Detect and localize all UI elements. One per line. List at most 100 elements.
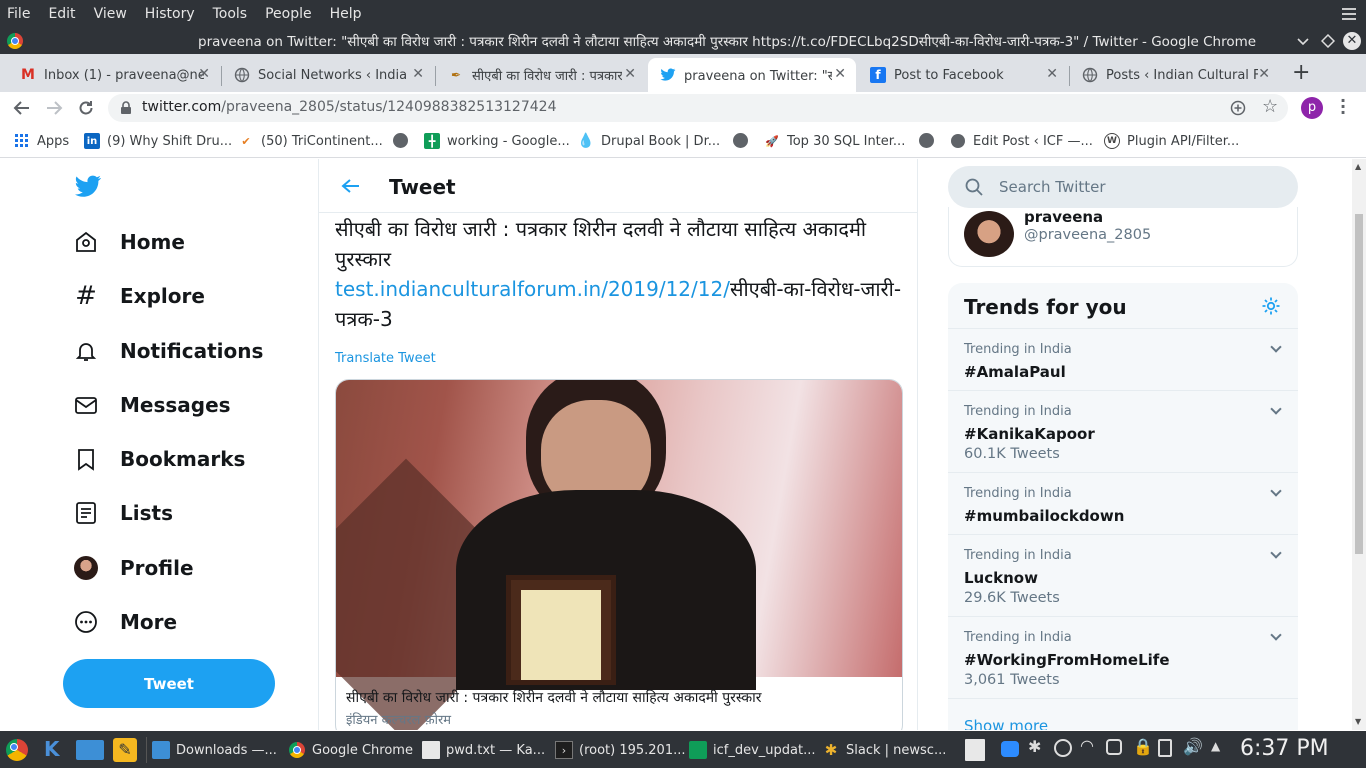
forward-arrow-icon[interactable] xyxy=(45,100,63,116)
clipboard-icon[interactable] xyxy=(1106,739,1122,755)
task-chrome[interactable]: Google Chrome xyxy=(288,735,413,765)
tweet-link[interactable]: test.indianculturalforum.in/2019/12/12/ xyxy=(335,277,730,301)
tab-posts[interactable]: Posts ‹ Indian Cultural Fo ✕ xyxy=(1070,58,1280,92)
wifi-icon[interactable]: ◠ xyxy=(1080,736,1094,755)
task-pwd[interactable]: pwd.txt — Ka... xyxy=(422,735,545,765)
nav-bookmarks[interactable]: Bookmarks xyxy=(74,447,245,471)
close-window-icon[interactable]: ✕ xyxy=(1343,32,1361,50)
chevron-down-icon[interactable] xyxy=(1270,403,1282,415)
search-box[interactable]: Search Twitter xyxy=(948,166,1298,208)
bookmark-working[interactable]: ╋ working - Google... xyxy=(424,133,570,149)
reload-icon[interactable] xyxy=(77,99,95,117)
chevron-down-icon[interactable] xyxy=(1270,547,1282,559)
close-tab-icon[interactable]: ✕ xyxy=(412,66,424,82)
menu-tools[interactable]: Tools xyxy=(204,0,257,28)
zoom-icon[interactable] xyxy=(1001,741,1019,757)
nav-notifications[interactable]: Notifications xyxy=(74,339,263,363)
back-arrow-icon[interactable] xyxy=(341,178,361,194)
battery-icon[interactable] xyxy=(1158,739,1172,757)
tab-social-networks[interactable]: Social Networks ‹ Indian ✕ xyxy=(222,58,434,92)
chrome-launcher-icon[interactable] xyxy=(6,739,28,761)
tray-expand-icon[interactable]: ▲ xyxy=(1211,739,1220,753)
menu-file[interactable]: File xyxy=(0,0,39,28)
twitter-logo-icon[interactable] xyxy=(74,175,102,199)
lock-icon[interactable]: 🔒 xyxy=(1133,737,1153,756)
kde-menu-icon[interactable]: K xyxy=(44,737,60,761)
menu-edit[interactable]: Edit xyxy=(39,0,84,28)
trend-item[interactable]: Trending in India #AmalaPaul xyxy=(948,328,1298,390)
gmail-icon: M xyxy=(21,67,35,83)
nav-lists[interactable]: Lists xyxy=(74,501,173,525)
bookmark-linkedin[interactable]: in (9) Why Shift Dru... xyxy=(84,133,232,149)
profile-avatar[interactable]: p xyxy=(1301,97,1323,119)
minimize-icon[interactable] xyxy=(1297,35,1309,47)
task-terminal[interactable]: › (root) 195.201... xyxy=(555,735,686,765)
page-scrollbar[interactable]: ▲ ▼ xyxy=(1352,159,1366,730)
clock[interactable]: 6:37 PM xyxy=(1240,736,1329,761)
task-downloads[interactable]: Downloads —... xyxy=(152,735,277,765)
trend-item[interactable]: Trending in India #mumbailockdown xyxy=(948,472,1298,534)
globe-icon[interactable] xyxy=(919,133,934,148)
volume-icon[interactable]: 🔊 xyxy=(1183,737,1203,756)
maximize-icon[interactable] xyxy=(1321,34,1335,48)
chevron-down-icon[interactable] xyxy=(1270,629,1282,641)
menu-history[interactable]: History xyxy=(136,0,204,28)
settings-gear-icon[interactable] xyxy=(1261,296,1281,316)
back-arrow-icon[interactable] xyxy=(13,100,31,116)
translate-tweet-link[interactable]: Translate Tweet xyxy=(335,351,436,366)
envelope-icon xyxy=(74,393,98,417)
bookmark-sql[interactable]: 🚀 Top 30 SQL Inter... xyxy=(764,133,905,149)
kebab-menu-icon[interactable]: · · · xyxy=(1340,93,1346,121)
bookmark-edit-post[interactable]: Edit Post ‹ ICF —... xyxy=(950,133,1093,149)
chevron-down-icon[interactable] xyxy=(1270,485,1282,497)
globe-icon[interactable] xyxy=(733,133,748,148)
editor-icon[interactable]: ✎ xyxy=(113,738,137,762)
trend-item[interactable]: Trending in India Lucknow 29.6K Tweets xyxy=(948,534,1298,616)
close-tab-icon[interactable]: ✕ xyxy=(834,66,846,82)
tweet-button[interactable]: Tweet xyxy=(63,659,275,708)
scroll-up-icon[interactable]: ▲ xyxy=(1355,162,1361,171)
show-more-link[interactable]: Show more xyxy=(964,717,1048,730)
new-tab-button[interactable]: + xyxy=(1292,60,1310,85)
network-status-icon[interactable] xyxy=(1054,739,1072,757)
trend-item[interactable]: Trending in India #KanikaKapoor 60.1K Tw… xyxy=(948,390,1298,472)
slack-tray-icon[interactable]: ✱ xyxy=(1028,737,1041,756)
bookmark-drupal[interactable]: 💧 Drupal Book | Dr... xyxy=(577,133,720,149)
account-card[interactable]: praveena @praveena_2805 xyxy=(948,207,1298,267)
menu-people[interactable]: People xyxy=(256,0,321,28)
folder-icon[interactable] xyxy=(76,740,104,760)
bookmark-star-icon[interactable]: ☆ xyxy=(1262,96,1278,117)
chevron-down-icon[interactable] xyxy=(1270,341,1282,353)
scroll-down-icon[interactable]: ▼ xyxy=(1355,717,1361,726)
nav-messages[interactable]: Messages xyxy=(74,393,231,417)
link-card[interactable]: सीएबी का विरोध जारी : पत्रकार शिरीन दलवी… xyxy=(335,379,903,730)
bookmark-plugin-api[interactable]: W Plugin API/Filter... xyxy=(1104,133,1239,149)
nav-more[interactable]: More xyxy=(74,610,177,634)
menu-view[interactable]: View xyxy=(85,0,136,28)
close-tab-icon[interactable]: ✕ xyxy=(1046,66,1058,82)
bookmark-apps[interactable]: Apps xyxy=(14,133,69,149)
task-sheets[interactable]: icf_dev_updat... xyxy=(689,735,815,765)
task-slack[interactable]: ✱ Slack | newsc... xyxy=(822,735,947,765)
address-bar[interactable]: twitter.com/praveena_2805/status/1240988… xyxy=(108,94,1288,122)
close-tab-icon[interactable]: ✕ xyxy=(624,66,636,82)
menu-help[interactable]: Help xyxy=(321,0,371,28)
scroll-thumb[interactable] xyxy=(1355,214,1363,554)
add-icon[interactable] xyxy=(1230,100,1246,116)
tab-cab-article[interactable]: ✒ सीएबी का विरोध जारी : पत्रकार ✕ xyxy=(436,58,646,92)
nav-home[interactable]: Home xyxy=(74,230,185,254)
hamburger-menu-icon[interactable] xyxy=(1342,8,1356,20)
tab-facebook[interactable]: f Post to Facebook ✕ xyxy=(858,58,1068,92)
bookmark-tricontinental[interactable]: ✔ (50) TriContinent... xyxy=(238,133,382,149)
trend-item[interactable]: Trending in India #WorkingFromHomeLife 3… xyxy=(948,616,1298,698)
task-label: Google Chrome xyxy=(312,742,413,758)
document-icon[interactable] xyxy=(965,739,985,761)
globe-icon[interactable] xyxy=(393,133,408,148)
close-tab-icon[interactable]: ✕ xyxy=(1258,66,1270,82)
url-path: /praveena_2805/status/124098838251312742… xyxy=(221,99,557,115)
nav-explore[interactable]: # Explore xyxy=(74,281,205,311)
nav-profile[interactable]: Profile xyxy=(74,556,194,580)
tab-twitter[interactable]: praveena on Twitter: "सीए ✕ xyxy=(648,58,856,92)
close-tab-icon[interactable]: ✕ xyxy=(198,66,210,82)
tab-inbox[interactable]: M Inbox (1) - praveena@ne ✕ xyxy=(8,58,220,92)
